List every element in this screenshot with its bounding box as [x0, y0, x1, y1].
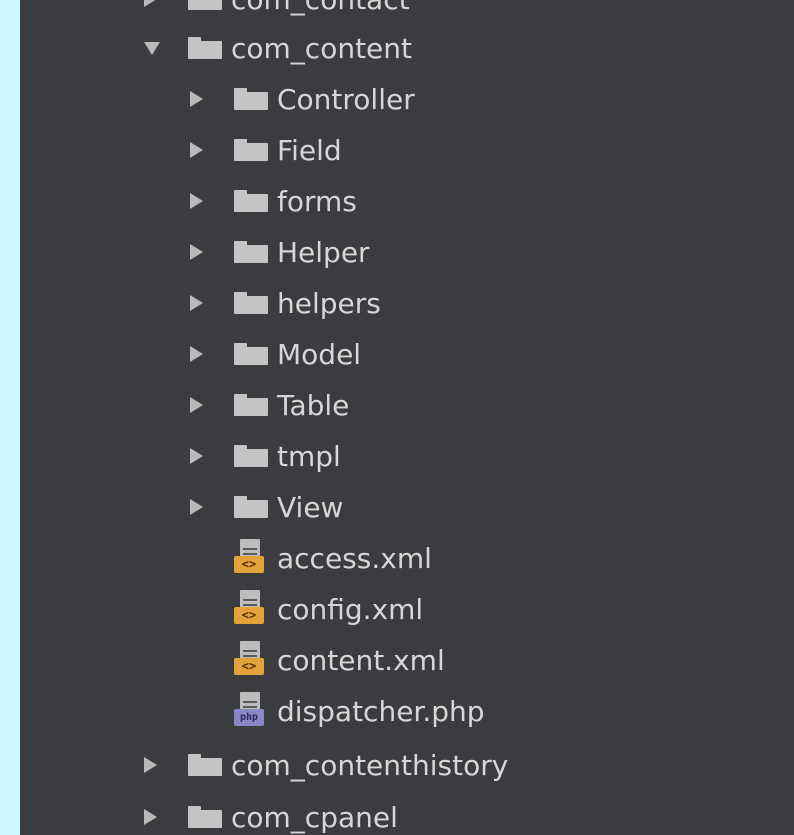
tree-item-label: dispatcher.php	[277, 694, 485, 728]
folder-icon	[234, 292, 268, 314]
xml-file-icon: <>	[234, 590, 266, 624]
chevron-right-icon[interactable]	[190, 397, 203, 413]
tree-item-label: com_contact	[231, 0, 410, 16]
tree-item-label: forms	[277, 184, 357, 218]
folder-icon	[234, 445, 268, 467]
tree-item-com-cpanel[interactable]: com_cpanel	[20, 792, 794, 835]
tree-item-label: com_contenthistory	[231, 748, 509, 782]
folder-icon	[188, 754, 222, 776]
tree-item-label: com_cpanel	[231, 800, 398, 834]
chevron-right-icon[interactable]	[190, 91, 203, 107]
folder-icon	[234, 190, 268, 212]
tree-item-label: Model	[277, 337, 362, 371]
tree-item-label: tmpl	[277, 439, 341, 473]
tree-item-helper[interactable]: Helper	[20, 227, 794, 277]
tree-item-controller[interactable]: Controller	[20, 74, 794, 124]
folder-icon	[234, 139, 268, 161]
chevron-right-icon[interactable]	[190, 193, 203, 209]
tree-item-forms[interactable]: forms	[20, 176, 794, 226]
xml-file-icon: <>	[234, 539, 266, 573]
tree-item-label: access.xml	[277, 541, 432, 575]
tree-item-dispatcher-php[interactable]: php dispatcher.php	[20, 686, 794, 736]
chevron-right-icon[interactable]	[144, 809, 157, 825]
tree-item-helpers[interactable]: helpers	[20, 278, 794, 328]
tree-item-com-contact[interactable]: com_contact	[20, 0, 794, 24]
tree-item-model[interactable]: Model	[20, 329, 794, 379]
tree-item-label: Helper	[277, 235, 370, 269]
chevron-right-icon[interactable]	[190, 142, 203, 158]
folder-icon	[234, 241, 268, 263]
tree-item-label: content.xml	[277, 643, 445, 677]
chevron-right-icon[interactable]	[190, 295, 203, 311]
tree-item-label: config.xml	[277, 592, 424, 626]
tree-item-label: Table	[277, 388, 350, 422]
folder-icon	[234, 88, 268, 110]
php-file-icon: php	[234, 692, 266, 726]
chevron-right-icon[interactable]	[190, 346, 203, 362]
chevron-right-icon[interactable]	[144, 757, 157, 773]
tree-item-config-xml[interactable]: <> config.xml	[20, 584, 794, 634]
folder-icon	[188, 806, 222, 828]
chevron-right-icon[interactable]	[144, 0, 157, 7]
chevron-right-icon[interactable]	[190, 499, 203, 515]
folder-icon	[188, 37, 222, 59]
chevron-down-icon[interactable]	[144, 42, 160, 55]
tree-item-access-xml[interactable]: <> access.xml	[20, 533, 794, 583]
folder-icon	[234, 496, 268, 518]
tree-item-label: helpers	[277, 286, 381, 320]
tree-item-label: Controller	[277, 82, 415, 116]
tree-item-content-xml[interactable]: <> content.xml	[20, 635, 794, 685]
chevron-right-icon[interactable]	[190, 448, 203, 464]
chevron-right-icon[interactable]	[190, 244, 203, 260]
tree-item-field[interactable]: Field	[20, 125, 794, 175]
tree-item-com-contenthistory[interactable]: com_contenthistory	[20, 740, 794, 790]
tree-item-tmpl[interactable]: tmpl	[20, 431, 794, 481]
folder-icon	[188, 0, 222, 10]
project-tree-panel: com_contact com_content Controller Field…	[20, 0, 794, 835]
folder-icon	[234, 394, 268, 416]
tree-item-label: View	[277, 490, 344, 524]
tree-item-view[interactable]: View	[20, 482, 794, 532]
xml-file-icon: <>	[234, 641, 266, 675]
tree-item-label: com_content	[231, 31, 413, 65]
folder-icon	[234, 343, 268, 365]
tree-item-label: Field	[277, 133, 342, 167]
tree-item-table[interactable]: Table	[20, 380, 794, 430]
tree-item-com-content[interactable]: com_content	[20, 23, 794, 73]
